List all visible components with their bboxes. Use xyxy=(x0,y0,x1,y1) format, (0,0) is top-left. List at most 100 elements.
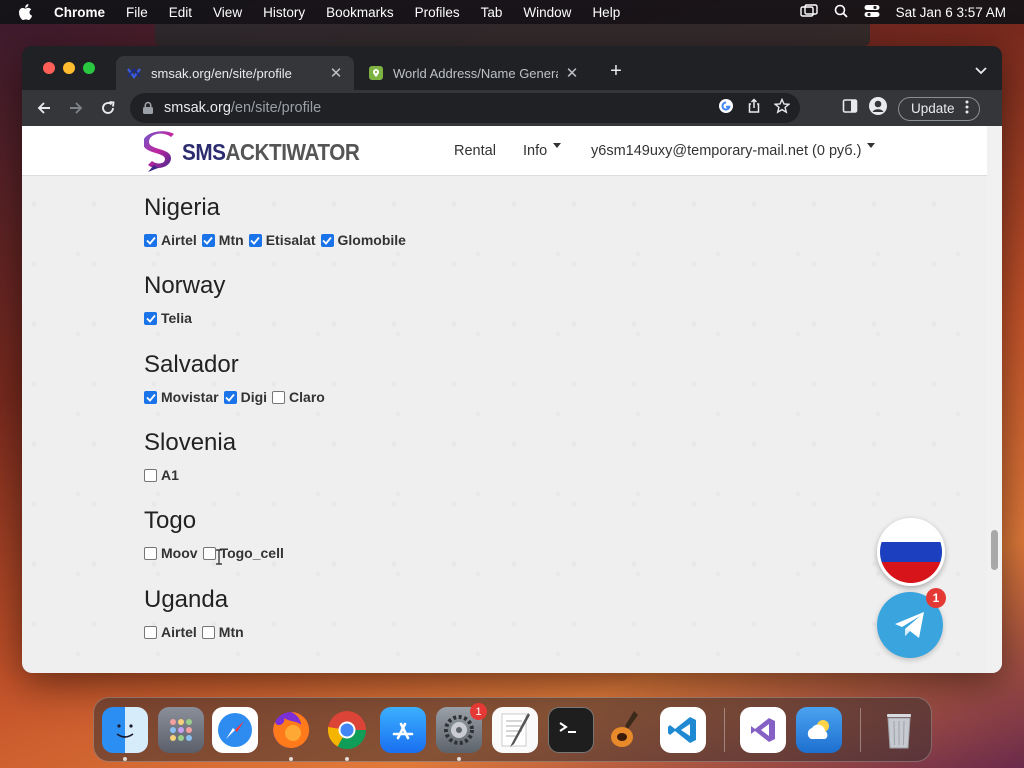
safari-icon[interactable] xyxy=(212,707,258,753)
tab-smsak-profile[interactable]: smsak.org/en/site/profile ✕ xyxy=(116,56,354,90)
zoom-window-button[interactable] xyxy=(83,62,95,74)
menu-window[interactable]: Window xyxy=(523,5,571,20)
operator-checkbox[interactable]: Claro xyxy=(272,389,325,405)
operator-checkbox[interactable]: Glomobile xyxy=(320,232,406,248)
operator-checkbox[interactable]: Moov xyxy=(144,545,198,561)
spotlight-search-icon[interactable] xyxy=(834,4,848,21)
firefox-icon[interactable] xyxy=(268,707,314,753)
nav-account-label: y6sm149uxy@temporary-mail.net (0 руб.) xyxy=(591,143,862,159)
web-page: SMSACKTIWATOR Rental Info y6sm149uxy@tem… xyxy=(22,126,1002,673)
close-tab-icon[interactable]: ✕ xyxy=(564,64,580,82)
side-panel-icon[interactable] xyxy=(842,98,858,119)
menu-help[interactable]: Help xyxy=(592,5,620,20)
more-menu-icon[interactable] xyxy=(965,100,969,117)
nav-info-dropdown[interactable]: Info xyxy=(523,143,562,159)
lock-icon[interactable] xyxy=(142,101,156,115)
close-window-button[interactable] xyxy=(43,62,55,74)
screen-mirroring-icon[interactable] xyxy=(799,3,818,21)
finder-icon[interactable] xyxy=(102,707,148,753)
textedit-icon[interactable] xyxy=(492,707,538,753)
update-button[interactable]: Update xyxy=(898,96,980,121)
close-tab-icon[interactable]: ✕ xyxy=(328,64,344,82)
menu-profiles[interactable]: Profiles xyxy=(415,5,460,20)
window-controls xyxy=(43,62,95,74)
checkbox-checked-icon[interactable] xyxy=(201,233,215,247)
scrollbar-thumb[interactable] xyxy=(991,530,998,570)
operator-checkbox[interactable]: Telia xyxy=(144,310,192,326)
site-logo[interactable]: SMSACKTIWATOR xyxy=(144,131,379,173)
checkbox-checked-icon[interactable] xyxy=(248,233,262,247)
chrome-icon[interactable] xyxy=(324,707,370,753)
running-indicator xyxy=(289,757,293,761)
minimize-window-button[interactable] xyxy=(63,62,75,74)
menu-clock[interactable]: Sat Jan 6 3:57 AM xyxy=(896,5,1006,20)
menu-edit[interactable]: Edit xyxy=(169,5,192,20)
operator-label: Claro xyxy=(289,389,325,405)
checkbox-checked-icon[interactable] xyxy=(144,233,157,247)
profile-avatar-icon[interactable] xyxy=(868,96,888,121)
update-label: Update xyxy=(911,101,955,116)
reload-icon[interactable] xyxy=(98,98,118,118)
apple-icon[interactable] xyxy=(18,4,36,20)
checkbox-unchecked-icon[interactable] xyxy=(144,468,157,482)
operator-checkbox[interactable]: Airtel xyxy=(144,624,197,640)
app-store-icon[interactable] xyxy=(380,707,426,753)
menu-app-name[interactable]: Chrome xyxy=(54,5,105,20)
tab-world-address-generator[interactable]: World Address/Name Generato ✕ xyxy=(358,56,590,90)
menu-tab[interactable]: Tab xyxy=(481,5,503,20)
new-tab-button[interactable]: + xyxy=(607,60,625,82)
language-russian-flag-button[interactable] xyxy=(877,518,945,586)
google-lens-icon[interactable] xyxy=(718,98,734,118)
bookmark-star-icon[interactable] xyxy=(773,97,791,118)
menu-file[interactable]: File xyxy=(126,5,148,20)
nav-rental-link[interactable]: Rental xyxy=(454,143,496,159)
checkbox-unchecked-icon[interactable] xyxy=(201,625,215,639)
garageband-icon[interactable] xyxy=(604,707,650,753)
tab-title: smsak.org/en/site/profile xyxy=(151,65,292,81)
page-scrollbar[interactable] xyxy=(987,126,1002,673)
running-indicator xyxy=(345,757,349,761)
operator-checkbox[interactable]: Etisalat xyxy=(248,232,316,248)
launchpad-icon[interactable] xyxy=(158,707,204,753)
country-title: Togo xyxy=(144,507,197,534)
text-cursor-icon xyxy=(215,549,223,565)
checkbox-unchecked-icon[interactable] xyxy=(144,546,157,560)
checkbox-unchecked-icon[interactable] xyxy=(272,390,286,404)
terminal-icon[interactable] xyxy=(548,707,594,753)
forward-arrow-icon[interactable] xyxy=(66,98,86,118)
visual-studio-icon[interactable] xyxy=(740,707,786,753)
control-center-icon[interactable] xyxy=(864,4,880,21)
operator-checkbox[interactable]: Mtn xyxy=(201,232,244,248)
operator-checkbox[interactable]: A1 xyxy=(144,467,179,483)
operator-label: Mtn xyxy=(218,624,244,640)
country-title: Salvador xyxy=(144,351,239,378)
nav-account-dropdown[interactable]: y6sm149uxy@temporary-mail.net (0 руб.) xyxy=(591,143,876,159)
weather-icon[interactable] xyxy=(796,707,842,753)
operator-checkbox[interactable]: Airtel xyxy=(144,232,197,248)
operator-checkbox[interactable]: Mtn xyxy=(201,624,244,640)
share-icon[interactable] xyxy=(746,98,762,118)
menu-history[interactable]: History xyxy=(263,5,305,20)
running-indicator xyxy=(457,757,461,761)
country-title: Norway xyxy=(144,272,226,299)
menu-view[interactable]: View xyxy=(213,5,242,20)
checkbox-checked-icon[interactable] xyxy=(144,390,157,404)
menu-bar: Chrome File Edit View History Bookmarks … xyxy=(0,0,1024,24)
checkbox-unchecked-icon[interactable] xyxy=(144,625,157,639)
tab-title: World Address/Name Generato xyxy=(393,65,558,81)
country-section-slovenia: Slovenia A1 xyxy=(144,429,236,483)
operator-checkbox[interactable]: Movistar xyxy=(144,389,219,405)
checkbox-checked-icon[interactable] xyxy=(223,390,237,404)
trash-icon[interactable] xyxy=(876,707,922,753)
back-arrow-icon[interactable] xyxy=(34,98,54,118)
tab-search-chevron-icon[interactable] xyxy=(974,63,988,77)
vscode-icon[interactable] xyxy=(660,707,706,753)
checkbox-checked-icon[interactable] xyxy=(144,311,157,325)
checkbox-unchecked-icon[interactable] xyxy=(202,546,216,560)
operator-checkbox[interactable]: Digi xyxy=(223,389,267,405)
operator-label: Telia xyxy=(161,310,192,326)
checkbox-checked-icon[interactable] xyxy=(320,233,334,247)
url-path: /en/site/profile xyxy=(230,100,322,116)
menu-bookmarks[interactable]: Bookmarks xyxy=(326,5,394,20)
address-bar[interactable]: smsak.org/en/site/profile xyxy=(130,93,800,123)
